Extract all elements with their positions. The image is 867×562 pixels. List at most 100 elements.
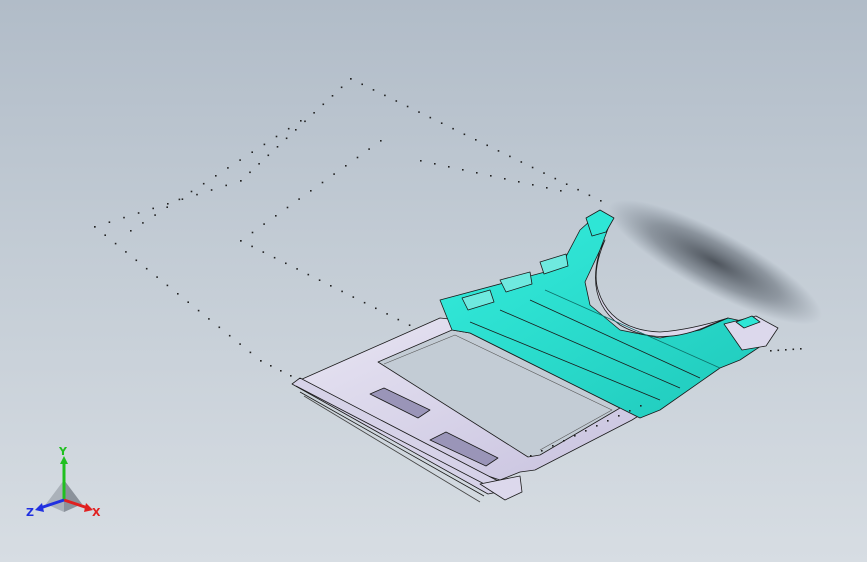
sketch-point [574,435,576,437]
sketch-point [310,190,312,192]
sketch-point [785,349,787,351]
sketch-point [448,166,450,168]
sketch-point [137,212,140,214]
sketch-point [429,116,432,119]
sketch-point [298,198,300,200]
sketch-point [108,221,111,223]
sketch-point [130,230,132,232]
sketch-point [290,375,292,377]
sketch-point [560,190,562,192]
sketch-point [440,122,443,124]
sketch-point [275,135,278,138]
sketch-point [476,172,478,174]
sketch-point [463,133,466,136]
sketch-point [486,144,488,147]
sketch-point [114,242,117,245]
sketch-point [532,184,534,186]
sketch-point [546,187,548,189]
sketch-point [145,267,148,270]
sketch-point [504,178,506,180]
sketch-point [530,455,532,457]
sketch-point [167,203,169,205]
sketch-point [352,296,355,298]
sketch-point [304,120,306,123]
sketch-point [166,206,168,208]
sketch-point [520,161,523,163]
sketch-point [563,440,565,442]
sketch-point [800,348,802,350]
sketch-point [295,129,297,131]
sketch-point [331,95,334,97]
sketch-point [585,430,587,432]
sketch-point [267,154,270,157]
sketch-point [275,215,277,217]
sketch-point [406,105,409,108]
sketch-point [497,150,500,152]
sketch-point [600,200,602,202]
sketch-point [541,450,543,452]
sketch-point [318,279,321,281]
sketch-point [554,177,557,180]
sketch-point [249,171,251,174]
sketch-point [156,276,158,278]
sketch-point [239,343,241,345]
sketch-point [321,181,324,184]
sketch-point [94,226,96,228]
sketch-point [296,268,298,270]
sketch-point [777,349,780,352]
sketch-point [397,318,400,321]
y-axis-label: Y [58,446,68,458]
sketch-point [202,182,205,185]
sketch-point [152,207,154,210]
sketch-point [196,193,198,196]
sketch-point [228,334,231,337]
sketch-point [356,156,359,159]
sketch-point [286,206,289,209]
sketch-point [552,445,554,447]
sketch-point [368,148,370,150]
model-shadow [608,199,822,325]
sketch-point [384,94,386,97]
sketch-point [251,231,254,234]
sketch-point [177,293,179,295]
sketch-point [263,143,266,146]
sketch-point [190,190,193,193]
sketch-point [300,120,302,122]
sketch-point [307,273,310,276]
sketch-point [518,181,520,183]
sketch-point [333,173,335,175]
model-scene[interactable] [0,0,867,562]
sketch-point [313,112,315,114]
sketch-point [577,188,579,191]
sketch-point [154,214,156,216]
sketch-point [210,189,213,191]
sketch-point [123,216,125,219]
sketch-point [181,198,184,200]
sketch-point [629,410,631,412]
sketch-point [565,183,568,185]
sketch-point [363,301,366,304]
sketch-point [287,127,290,130]
sketch-point [345,165,347,167]
sketch-point [178,198,181,201]
sketch-point [361,83,363,86]
sketch-point [263,223,265,225]
sketch-point [239,159,241,161]
sketch-point [340,86,343,89]
x-axis-label: X [92,506,101,519]
sketch-point [380,140,382,142]
sketch-point [375,307,377,310]
sketch-point [135,259,138,262]
sketch-point [322,103,325,106]
sketch-point [509,155,511,158]
sketch-point [588,194,591,197]
z-axis-arrow [35,503,44,512]
sketch-point [197,309,200,312]
sketch-point [341,290,343,293]
sketch-point [350,78,352,80]
graphics-viewport[interactable]: Y X Z [0,0,867,562]
sketch-point [249,351,252,354]
orientation-triad[interactable]: Y X Z [24,446,108,526]
sketch-point [372,89,375,91]
sketch-point [276,146,279,148]
